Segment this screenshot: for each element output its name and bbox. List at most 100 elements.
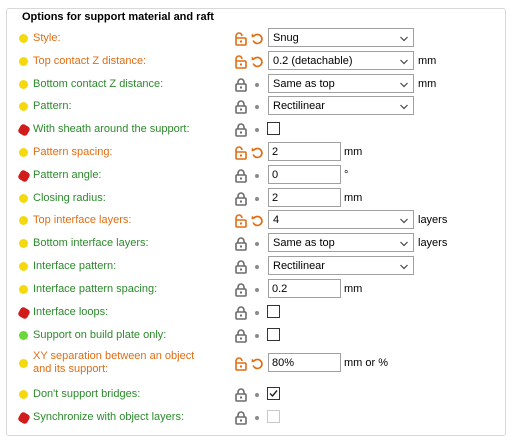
option-label-don-t-support-bridges: Don't support bridges: bbox=[33, 388, 141, 400]
option-label-with-sheath-around-the-support: With sheath around the support: bbox=[33, 123, 190, 135]
dropdown-value: Same as top bbox=[273, 78, 335, 90]
support-on-build-plate-only-checkbox[interactable] bbox=[267, 328, 280, 341]
option-row-bottom-contact-z-distance: Bottom contact Z distance: Same as top mm bbox=[0, 74, 512, 96]
option-label-support-on-build-plate-only: Support on build plate only: bbox=[33, 329, 167, 341]
lock-icon bbox=[234, 411, 248, 425]
option-row-style: Style: Snug bbox=[0, 28, 512, 50]
reset-arrow-icon[interactable] bbox=[251, 55, 264, 68]
option-row-support-on-build-plate-only: Support on build plate only: bbox=[0, 325, 512, 347]
input-value: 2 bbox=[272, 146, 279, 158]
interface-pattern-spacing-input[interactable]: 0.2 bbox=[268, 279, 341, 298]
unit-label: mm bbox=[344, 146, 363, 158]
unit-label: layers bbox=[418, 214, 448, 226]
bullet-icon bbox=[255, 128, 259, 132]
option-label-top-contact-z-distance: Top contact Z distance: bbox=[33, 55, 147, 67]
interface-pattern-dropdown[interactable]: Rectilinear bbox=[268, 256, 414, 275]
lock-icon bbox=[234, 283, 248, 297]
red-mode-dot-icon bbox=[17, 169, 31, 183]
yellow-mode-dot-icon bbox=[19, 102, 28, 111]
yellow-mode-dot-icon bbox=[19, 148, 28, 157]
option-row-xy-separation-between-an-object-and-its-support: XY separation between an object and its … bbox=[0, 350, 512, 375]
chevron-down-icon[interactable] bbox=[400, 239, 408, 247]
interface-loops-checkbox[interactable] bbox=[267, 305, 280, 318]
bullet-icon bbox=[255, 83, 259, 87]
option-label-xy-separation-between-an-object-and-its-support: XY separation between an object and its … bbox=[33, 350, 195, 375]
unit-label: ° bbox=[344, 169, 349, 181]
style-dropdown[interactable]: Snug bbox=[268, 28, 414, 47]
unlocked-lock-icon[interactable] bbox=[234, 32, 248, 46]
synchronize-with-object-layers-checkbox bbox=[267, 410, 280, 423]
yellow-mode-dot-icon bbox=[19, 359, 28, 368]
bullet-icon bbox=[255, 197, 259, 201]
reset-arrow-icon[interactable] bbox=[251, 146, 264, 159]
yellow-mode-dot-icon bbox=[19, 80, 28, 89]
yellow-mode-dot-icon bbox=[19, 390, 28, 399]
chevron-down-icon[interactable] bbox=[400, 102, 408, 110]
reset-arrow-icon[interactable] bbox=[251, 32, 264, 45]
lock-icon bbox=[234, 329, 248, 343]
dropdown-value: Rectilinear bbox=[273, 100, 325, 112]
unlocked-lock-icon[interactable] bbox=[234, 214, 248, 228]
lock-icon bbox=[234, 169, 248, 183]
chevron-down-icon[interactable] bbox=[400, 34, 408, 42]
yellow-mode-dot-icon bbox=[19, 34, 28, 43]
pattern-angle-input[interactable]: 0 bbox=[268, 165, 341, 184]
chevron-down-icon[interactable] bbox=[400, 57, 408, 65]
bullet-icon bbox=[255, 288, 259, 292]
option-label-style: Style: bbox=[33, 32, 61, 44]
unit-label: mm bbox=[344, 283, 363, 295]
yellow-mode-dot-icon bbox=[19, 194, 28, 203]
bullet-icon bbox=[255, 416, 259, 420]
dropdown-value: Rectilinear bbox=[273, 260, 325, 272]
input-value: 2 bbox=[272, 192, 279, 204]
option-row-with-sheath-around-the-support: With sheath around the support: bbox=[0, 119, 512, 141]
chevron-down-icon[interactable] bbox=[400, 80, 408, 88]
reset-arrow-icon[interactable] bbox=[251, 357, 264, 370]
with-sheath-around-the-support-checkbox[interactable] bbox=[267, 122, 280, 135]
bottom-interface-layers-dropdown[interactable]: Same as top bbox=[268, 233, 414, 252]
unlocked-lock-icon[interactable] bbox=[234, 357, 248, 371]
bullet-icon bbox=[255, 242, 259, 246]
bullet-icon bbox=[255, 265, 259, 269]
option-label-top-interface-layers: Top interface layers: bbox=[33, 214, 132, 226]
option-row-don-t-support-bridges: Don't support bridges: bbox=[0, 384, 512, 406]
reset-arrow-icon[interactable] bbox=[251, 214, 264, 227]
option-label-bottom-interface-layers: Bottom interface layers: bbox=[33, 237, 149, 249]
lock-icon bbox=[234, 306, 248, 320]
don-t-support-bridges-checkbox[interactable] bbox=[267, 387, 280, 400]
bullet-icon bbox=[255, 174, 259, 178]
unit-label: mm or % bbox=[344, 357, 388, 369]
chevron-down-icon[interactable] bbox=[400, 262, 408, 270]
option-label-pattern: Pattern: bbox=[33, 100, 72, 112]
pattern-dropdown[interactable]: Rectilinear bbox=[268, 96, 414, 115]
lock-icon bbox=[234, 78, 248, 92]
option-row-interface-pattern: Interface pattern: Rectilinear bbox=[0, 256, 512, 278]
option-label-closing-radius: Closing radius: bbox=[33, 192, 106, 204]
red-mode-dot-icon bbox=[17, 411, 31, 425]
option-label-pattern-spacing: Pattern spacing: bbox=[33, 146, 113, 158]
chevron-down-icon[interactable] bbox=[400, 216, 408, 224]
pattern-spacing-input[interactable]: 2 bbox=[268, 142, 341, 161]
yellow-mode-dot-icon bbox=[19, 239, 28, 248]
closing-radius-input[interactable]: 2 bbox=[268, 188, 341, 207]
group-title: Options for support material and raft bbox=[19, 11, 217, 23]
dropdown-value: 4 bbox=[273, 214, 280, 226]
dropdown-value: 0.2 (detachable) bbox=[273, 55, 353, 67]
option-label-interface-loops: Interface loops: bbox=[33, 306, 109, 318]
option-row-synchronize-with-object-layers: Synchronize with object layers: bbox=[0, 407, 512, 429]
unlocked-lock-icon[interactable] bbox=[234, 55, 248, 69]
xy-separation-between-an-object-and-its-support-input[interactable]: 80% bbox=[268, 353, 341, 372]
unit-label: mm bbox=[344, 192, 363, 204]
yellow-mode-dot-icon bbox=[19, 57, 28, 66]
option-label-bottom-contact-z-distance: Bottom contact Z distance: bbox=[33, 78, 164, 90]
top-interface-layers-dropdown[interactable]: 4 bbox=[268, 210, 414, 229]
bullet-icon bbox=[255, 393, 259, 397]
option-row-pattern: Pattern: Rectilinear bbox=[0, 96, 512, 118]
option-label-pattern-angle: Pattern angle: bbox=[33, 169, 102, 181]
top-contact-z-distance-dropdown[interactable]: 0.2 (detachable) bbox=[268, 51, 414, 70]
dropdown-value: Snug bbox=[273, 32, 299, 44]
option-row-top-contact-z-distance: Top contact Z distance: 0.2 (detachable) m… bbox=[0, 51, 512, 73]
unlocked-lock-icon[interactable] bbox=[234, 146, 248, 160]
bottom-contact-z-distance-dropdown[interactable]: Same as top bbox=[268, 74, 414, 93]
input-value: 80% bbox=[272, 357, 295, 369]
